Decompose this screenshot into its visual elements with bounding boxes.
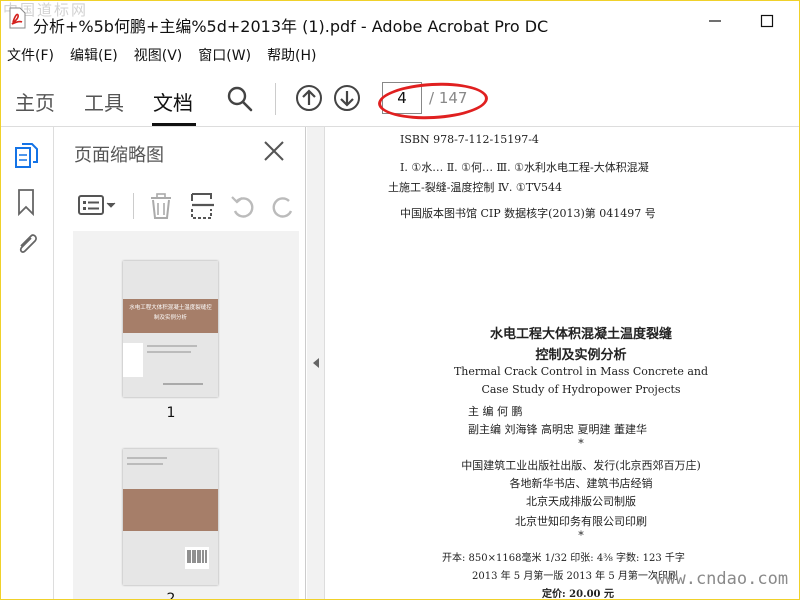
menu-window[interactable]: 窗口(W) [190,45,259,69]
minimize-button[interactable] [705,11,725,31]
menu-help[interactable]: 帮助(H) [259,45,324,69]
thumbnail-list: 水电工程大体积混凝土温度裂缝控制及实例分析 1 2 [73,231,299,600]
book-title-cn-2: 控制及实例分析 [535,348,627,363]
window-title: 分析+%5b何鹏+主编%5d+2013年 (1).pdf - Adobe Acr… [33,17,549,36]
isbn-line: ISBN 978-7-112-15197-4 [400,133,539,146]
collapse-panel-icon[interactable] [312,357,320,369]
typesetter-line: 北京天成排版公司制版 [526,495,636,508]
rotate-counterclockwise-icon[interactable] [229,193,257,219]
menu-bar: 文件(F) 编辑(E) 视图(V) 窗口(W) 帮助(H) [1,45,799,69]
distributor-line: 各地新华书店、建筑书店经销 [509,477,653,490]
title-bar: 中国道标网 分析+%5b何鹏+主编%5d+2013年 (1).pdf - Ado… [1,1,799,45]
thumbnail-toolbar [55,183,305,229]
menu-file[interactable]: 文件(F) [1,45,62,69]
publisher-line: 中国建筑工业出版社出版、发行(北京西郊百万庄) [461,459,701,472]
edition-line: 2013 年 5 月第一版 2013 年 5 月第一次印刷 [472,571,678,582]
cip-line-2: 土施工-裂缝-温度控制 Ⅳ. ①TV544 [388,181,563,194]
search-icon[interactable] [226,85,254,113]
next-page-icon[interactable] [333,84,361,112]
cover-publisher-line [163,383,203,385]
thumbnail-page-2[interactable] [123,449,218,585]
cover-text-line [147,345,197,347]
panel-splitter[interactable] [307,127,325,599]
menu-view[interactable]: 视图(V) [126,45,191,69]
minimize-icon [709,20,721,22]
active-tab-indicator [152,123,196,126]
thumbnail-page-1[interactable]: 水电工程大体积混凝土温度裂缝控制及实例分析 [123,261,218,397]
book-title-en-2: Case Study of Hydropower Projects [481,383,681,396]
tab-document[interactable]: 文档 [153,87,193,116]
separator-star-2: * [578,529,584,542]
barcode-icon [185,547,209,569]
book-title-cn-1: 水电工程大体积混凝土温度裂缝 [489,327,672,342]
back-cover-text-line [127,457,167,459]
back-cover-band [123,489,218,531]
menu-edit[interactable]: 编辑(E) [62,45,126,69]
rotate-clockwise-icon[interactable] [269,193,297,219]
previous-page-icon[interactable] [295,84,323,112]
close-icon[interactable] [262,139,286,163]
cip-line-3: 中国版本图书馆 CIP 数据核字(2013)第 041497 号 [400,207,656,220]
thumbnail-label-1: 1 [166,405,176,421]
printer-line: 北京世知印务有限公司印刷 [515,515,647,528]
attachment-icon[interactable] [13,229,41,259]
document-page: ISBN 978-7-112-15197-4 Ⅰ. ①水… Ⅱ. ①何… Ⅲ. … [326,127,799,600]
cover-white-block [123,343,143,377]
watermark-bottom: www.cndao.com [655,569,789,589]
extract-page-icon[interactable] [189,191,217,221]
book-title-en-1: Thermal Crack Control in Mass Concrete a… [453,365,709,378]
maximize-icon [760,14,774,28]
separator-star: * [578,437,584,450]
toolbar-separator [275,83,276,115]
tools-separator [133,193,134,219]
editor-line: 主 编 何 鹏 [468,405,523,418]
deputy-editor-line: 副主编 刘海锋 高明忠 夏明建 董建华 [468,423,647,436]
pdf-file-icon [9,7,26,29]
delete-page-icon[interactable] [147,191,175,221]
back-cover-text-line [127,463,163,465]
navigation-rail [1,127,54,599]
acrobat-window: 中国道标网 分析+%5b何鹏+主编%5d+2013年 (1).pdf - Ado… [0,0,800,600]
price-line: 定价: 20.00 元 [542,589,614,600]
tab-home[interactable]: 主页 [15,87,55,116]
options-menu-icon[interactable] [77,191,119,219]
page-thumbnails-panel: 页面缩略图 水电工程大体积混凝土温度裂缝控制及实例分析 1 2 [55,127,306,600]
panel-title: 页面缩略图 [74,145,164,166]
specs-line: 开本: 850×1168毫米 1/32 印张: 4⅜ 字数: 123 千字 [442,553,685,564]
tab-tools[interactable]: 工具 [84,87,124,116]
thumbnail-label-2: 2 [166,591,176,600]
maximize-button[interactable] [757,11,777,31]
bookmark-icon[interactable] [13,187,41,217]
cover-title: 水电工程大体积混凝土温度裂缝控制及实例分析 [129,305,212,321]
cip-line-1: Ⅰ. ①水… Ⅱ. ①何… Ⅲ. ①水利水电工程-大体积混凝 [400,161,649,174]
page-thumbnails-icon[interactable] [13,141,41,171]
cover-text-line [147,351,191,353]
